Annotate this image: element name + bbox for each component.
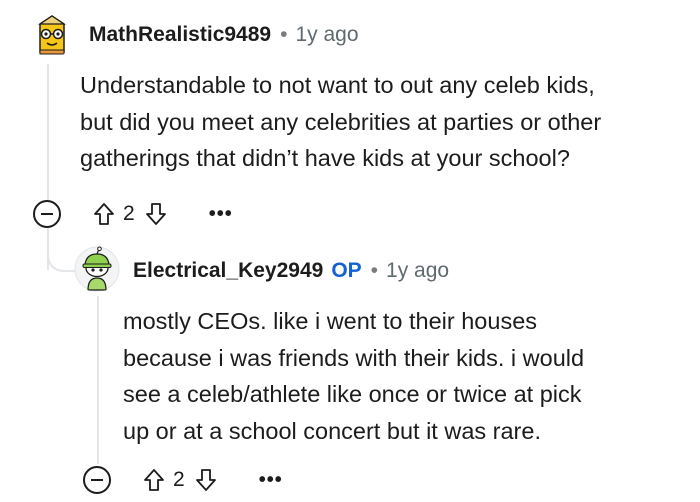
upvote-arrow-icon[interactable] (91, 199, 117, 229)
vote-count: 2 (173, 468, 185, 491)
timestamp: 1y ago (386, 259, 450, 282)
user-avatar[interactable] (74, 246, 120, 292)
thread-line-reply (97, 296, 99, 464)
comment-line: up or at a school concert but it was rar… (123, 417, 541, 444)
green-hat-snoo-avatar-icon (74, 246, 120, 292)
comment-line: because i was friends with their kids. i… (123, 344, 585, 371)
more-options-icon[interactable]: ••• (209, 204, 233, 224)
comment-line: but did you meet any celebrities at part… (80, 108, 602, 135)
comment-line: Understandable to not want to out any ce… (80, 72, 595, 98)
downvote-arrow-icon[interactable] (143, 199, 169, 229)
pencil-snoo-avatar-icon (28, 12, 74, 58)
timestamp: 1y ago (295, 23, 359, 46)
comment-line: see a celeb/athlete like once or twice a… (123, 381, 582, 407)
username[interactable]: Electrical_Key2949 (133, 259, 323, 282)
downvote-arrow-icon[interactable] (193, 465, 219, 495)
comment-body: Understandable to not want to out any ce… (80, 67, 601, 177)
comment-body: mostly CEOs. like i went to their houses… (123, 303, 584, 449)
thread-line-reply-connector (47, 240, 77, 272)
comment-line: mostly CEOs. like i went to their houses (123, 308, 538, 334)
collapse-minus-icon[interactable] (83, 466, 111, 494)
comment-meta: Electrical_Key2949 OP • 1y ago (133, 257, 449, 285)
collapse-minus-icon[interactable] (33, 200, 61, 228)
separator-dot: • (280, 23, 288, 46)
vote-count: 2 (123, 202, 135, 225)
comment-line: gatherings that didn’t have kids at your… (80, 145, 570, 171)
user-avatar[interactable] (28, 12, 74, 58)
comment-actions: 2 ••• (33, 196, 233, 232)
separator-dot: • (370, 259, 379, 282)
comment-meta: MathRealistic9489 • 1y ago (89, 21, 359, 49)
thread-line-main (47, 64, 49, 200)
username[interactable]: MathRealistic9489 (89, 23, 271, 46)
op-badge: OP (331, 259, 362, 282)
comment-actions: 2 ••• (83, 462, 283, 498)
upvote-arrow-icon[interactable] (141, 465, 167, 495)
more-options-icon[interactable]: ••• (259, 470, 283, 490)
